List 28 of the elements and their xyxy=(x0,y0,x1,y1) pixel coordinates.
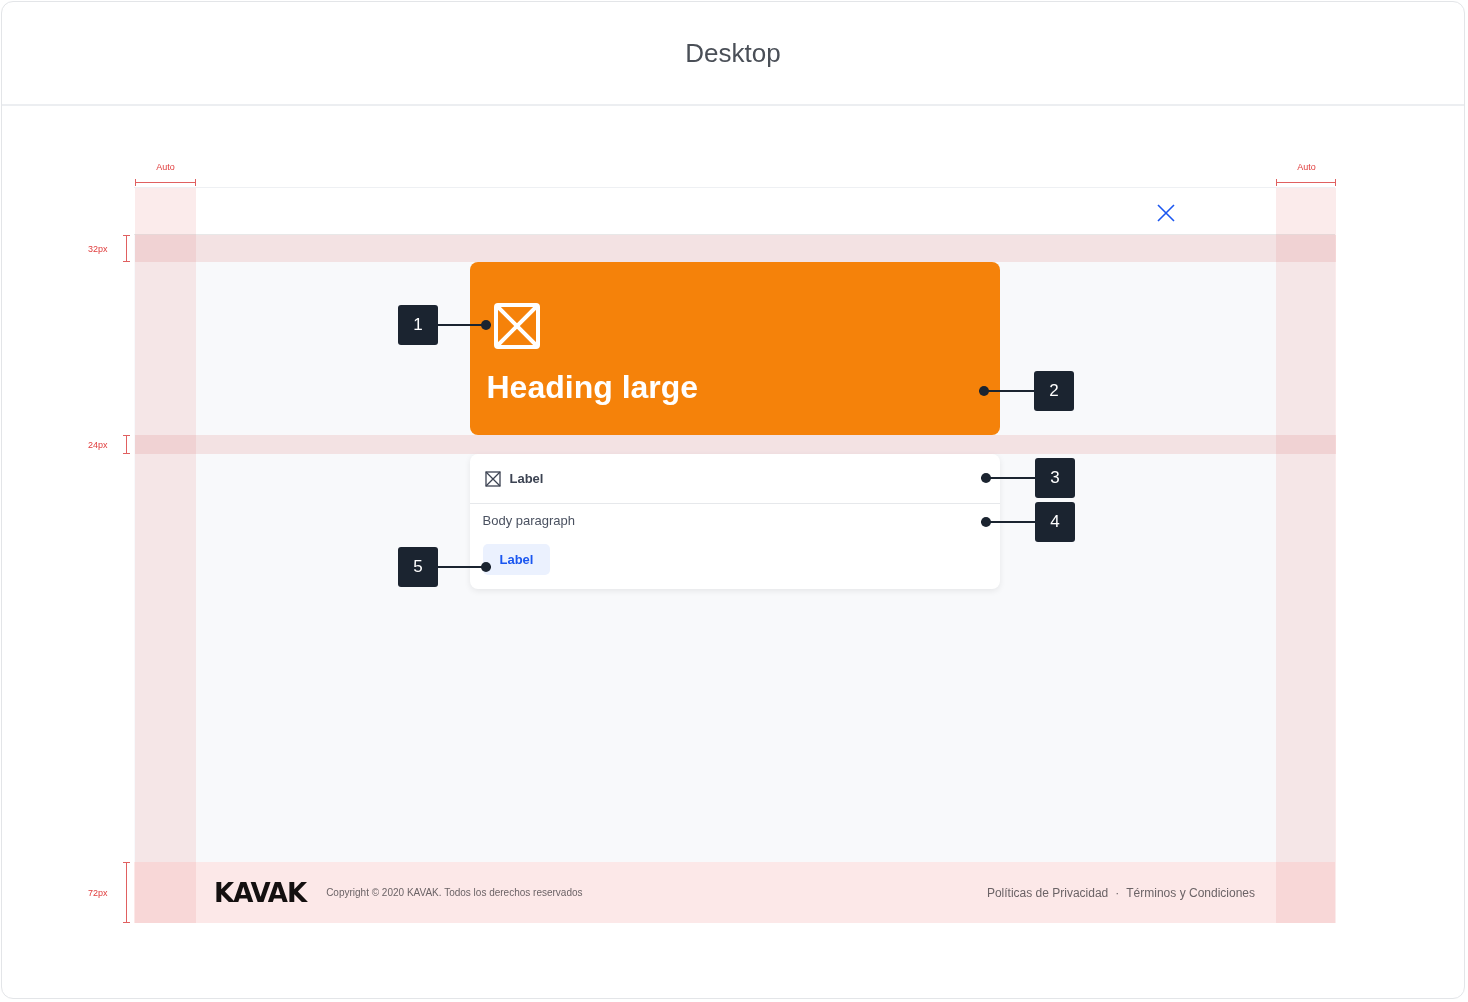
leader-line xyxy=(438,562,491,572)
callout-badge: 1 xyxy=(398,305,438,345)
margin-label: Auto xyxy=(155,162,176,172)
callout-badge: 4 xyxy=(1035,502,1075,542)
margin-label: Auto xyxy=(1296,162,1317,172)
separator-dot: · xyxy=(1115,885,1120,900)
image-placeholder-icon xyxy=(484,470,501,487)
label-button[interactable]: Label xyxy=(482,544,551,575)
logo[interactable]: KAVAK xyxy=(214,877,307,908)
callout-badge: 3 xyxy=(1035,458,1075,498)
page-title: Desktop xyxy=(685,37,781,69)
leader-line xyxy=(981,473,1035,483)
leader-line xyxy=(981,517,1035,527)
spacing-label: 32px xyxy=(88,242,109,256)
spacing-label: 24px xyxy=(88,438,109,452)
hero-heading: Heading large xyxy=(486,369,700,405)
copyright-text: Copyright © 2020 KAVAK. Todos los derechos reservados xyxy=(326,887,583,898)
leader-line xyxy=(438,320,491,330)
card-label: Label xyxy=(509,471,544,486)
callout-badge: 5 xyxy=(398,547,438,587)
close-icon[interactable] xyxy=(1157,204,1175,222)
spacing-label: 72px xyxy=(88,886,109,900)
image-placeholder-icon xyxy=(493,303,540,349)
leader-line xyxy=(979,386,1034,396)
footer-link[interactable]: Términos y Condiciones xyxy=(1126,885,1255,900)
callout-badge: 2 xyxy=(1034,371,1074,411)
body-paragraph: Body paragraph xyxy=(482,513,575,528)
footer-link[interactable]: Políticas de Privacidad xyxy=(986,885,1109,900)
